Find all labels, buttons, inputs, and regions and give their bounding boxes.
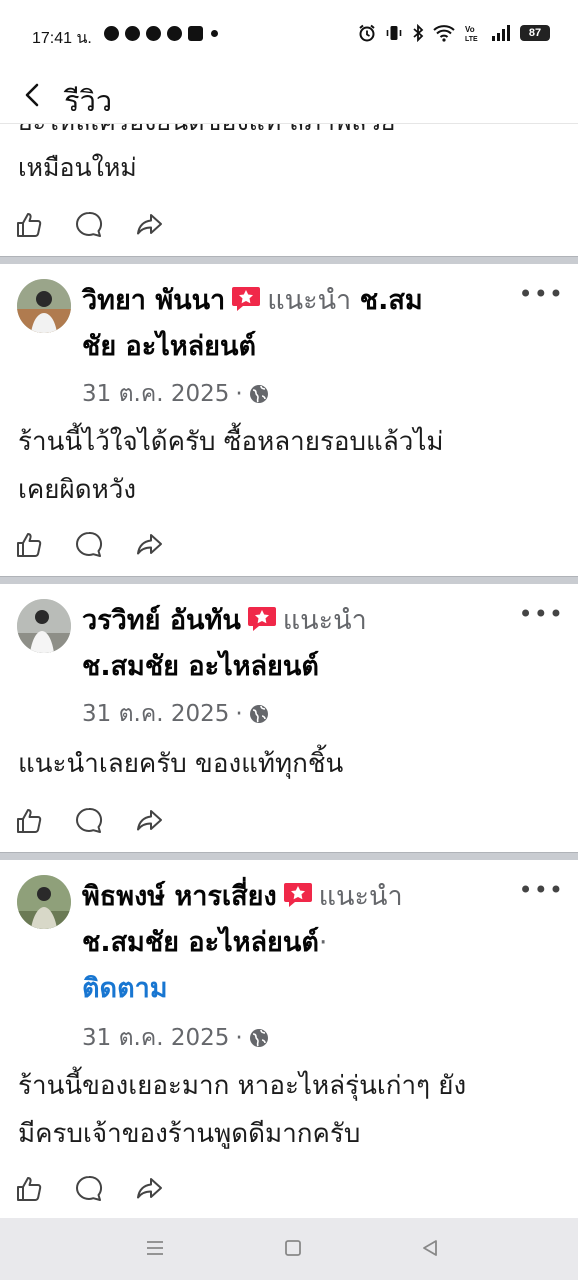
post-actions — [14, 210, 164, 240]
recommend-icon — [247, 607, 276, 631]
messenger-icon — [167, 26, 182, 41]
status-bar: 17:41 น. Vo LTE 87 — [0, 0, 578, 72]
page-name[interactable]: ช.สมชัย อะไหล่ยนต์ — [82, 651, 319, 682]
post-divider — [0, 576, 578, 584]
recommend-label: แนะนำ — [267, 285, 352, 316]
page-title: รีวิว — [64, 84, 113, 118]
review-post: วิทยา พันนา แนะนำ ช.สม ชัย อะไหล่ยนต์ •••… — [0, 264, 578, 576]
share-icon[interactable] — [134, 210, 164, 240]
system-nav-bar — [0, 1218, 578, 1280]
post-actions — [14, 806, 164, 836]
globe-icon — [249, 705, 268, 723]
comment-icon[interactable] — [74, 210, 104, 240]
comment-icon[interactable] — [74, 1174, 104, 1204]
alarm-icon — [359, 24, 375, 42]
post-meta: 31 ต.ค. 2025 · — [82, 1020, 269, 1056]
review-text: แนะนำเลยครับ ของแท้ทุกชิ้น — [18, 749, 344, 779]
page-name[interactable]: ช.สมชัย อะไหล่ยนต์ — [82, 927, 319, 958]
post-actions — [14, 1174, 164, 1204]
facebook-icon — [125, 26, 140, 41]
meta-separator: · — [235, 381, 243, 407]
gmail-icon — [188, 26, 203, 41]
status-time: 17:41 น. — [32, 30, 92, 47]
back-triangle-icon[interactable] — [420, 1238, 440, 1258]
home-square-icon[interactable] — [283, 1238, 303, 1258]
post-divider — [0, 256, 578, 264]
recents-menu-icon[interactable] — [145, 1238, 165, 1258]
comment-icon[interactable] — [74, 806, 104, 836]
meta-separator: · — [235, 1025, 243, 1051]
review-header: วิทยา พันนา แนะนำ ช.สม ชัย อะไหล่ยนต์ — [82, 278, 522, 370]
reviewer-name[interactable]: วิทยา พันนา — [82, 285, 225, 316]
review-header: พิธพงษ์ หารเสี่ยง แนะนำ ช.สมชัย อะไหล่ยนต… — [82, 874, 522, 1012]
post-date[interactable]: 31 ต.ค. 2025 — [82, 696, 229, 732]
recommend-icon — [283, 883, 312, 907]
post-actions — [14, 530, 164, 560]
post-date[interactable]: 31 ต.ค. 2025 — [82, 376, 229, 412]
post-divider — [0, 852, 578, 860]
globe-icon — [249, 1029, 268, 1047]
post-meta: 31 ต.ค. 2025 · — [82, 376, 269, 412]
recommend-icon — [232, 287, 261, 311]
system-icons: Vo LTE 87 — [358, 24, 550, 42]
follow-separator: · — [318, 927, 328, 958]
like-icon[interactable] — [14, 806, 44, 836]
like-icon[interactable] — [14, 530, 44, 560]
recommend-label: แนะนำ — [282, 605, 367, 636]
share-icon[interactable] — [134, 806, 164, 836]
avatar[interactable] — [17, 875, 71, 929]
more-options-icon[interactable]: ••• — [519, 282, 564, 306]
globe-icon — [249, 385, 268, 403]
review-post: พิธพงษ์ หารเสี่ยง แนะนำ ช.สมชัย อะไหล่ยนต… — [0, 860, 578, 1218]
wifi-icon — [433, 25, 455, 42]
page-header: รีวิว — [0, 72, 578, 124]
avatar[interactable] — [17, 599, 71, 653]
svg-text:Vo: Vo — [465, 25, 475, 34]
chevron-left-icon[interactable] — [18, 80, 48, 110]
meta-separator: · — [235, 701, 243, 727]
more-options-icon[interactable]: ••• — [519, 602, 564, 626]
chat-bubble-icon — [104, 26, 119, 41]
facebook-icon — [146, 26, 161, 41]
comment-icon[interactable] — [74, 530, 104, 560]
post-meta: 31 ต.ค. 2025 · — [82, 696, 269, 732]
post-date[interactable]: 31 ต.ค. 2025 — [82, 1020, 229, 1056]
avatar[interactable] — [17, 279, 71, 333]
share-icon[interactable] — [134, 530, 164, 560]
recommend-label: แนะนำ — [318, 881, 403, 912]
review-text: ร้านนี้ของเยอะมาก หาอะไหล่รุ่นเก่าๆ ยังม… — [18, 1071, 467, 1149]
vibrate-icon — [386, 26, 402, 40]
like-icon[interactable] — [14, 210, 44, 240]
notification-icons — [104, 26, 218, 41]
reviewer-name[interactable]: พิธพงษ์ หารเสี่ยง — [82, 881, 277, 912]
reviewer-name[interactable]: วรวิทย์ อันทัน — [82, 605, 241, 636]
bluetooth-icon — [413, 24, 424, 42]
dot-icon — [211, 30, 218, 37]
like-icon[interactable] — [14, 1174, 44, 1204]
page-name[interactable]: ช.สม — [360, 285, 423, 316]
partial-post-text-line1: ยะไหล่เครื่องยนต์ของแท้ สภาพสวย — [18, 124, 395, 142]
volte-icon: Vo LTE — [465, 25, 478, 42]
battery-icon: 87 — [520, 25, 550, 41]
review-post: วรวิทย์ อันทัน แนะนำ ช.สมชัย อะไหล่ยนต์ •… — [0, 584, 578, 852]
page-name-cont[interactable]: ชัย อะไหล่ยนต์ — [82, 331, 256, 362]
partial-post-text-line2: เหมือนใหม่ — [18, 153, 137, 182]
more-options-icon[interactable]: ••• — [519, 878, 564, 902]
review-header: วรวิทย์ อันทัน แนะนำ ช.สมชัย อะไหล่ยนต์ — [82, 598, 522, 690]
review-text: ร้านนี้ไว้ใจได้ครับ ซื้อหลายรอบแล้วไม่ เค… — [18, 427, 444, 505]
share-icon[interactable] — [134, 1174, 164, 1204]
follow-link[interactable]: ติดตาม — [82, 973, 168, 1004]
signal-icon — [492, 25, 510, 41]
svg-text:LTE: LTE — [465, 36, 478, 42]
